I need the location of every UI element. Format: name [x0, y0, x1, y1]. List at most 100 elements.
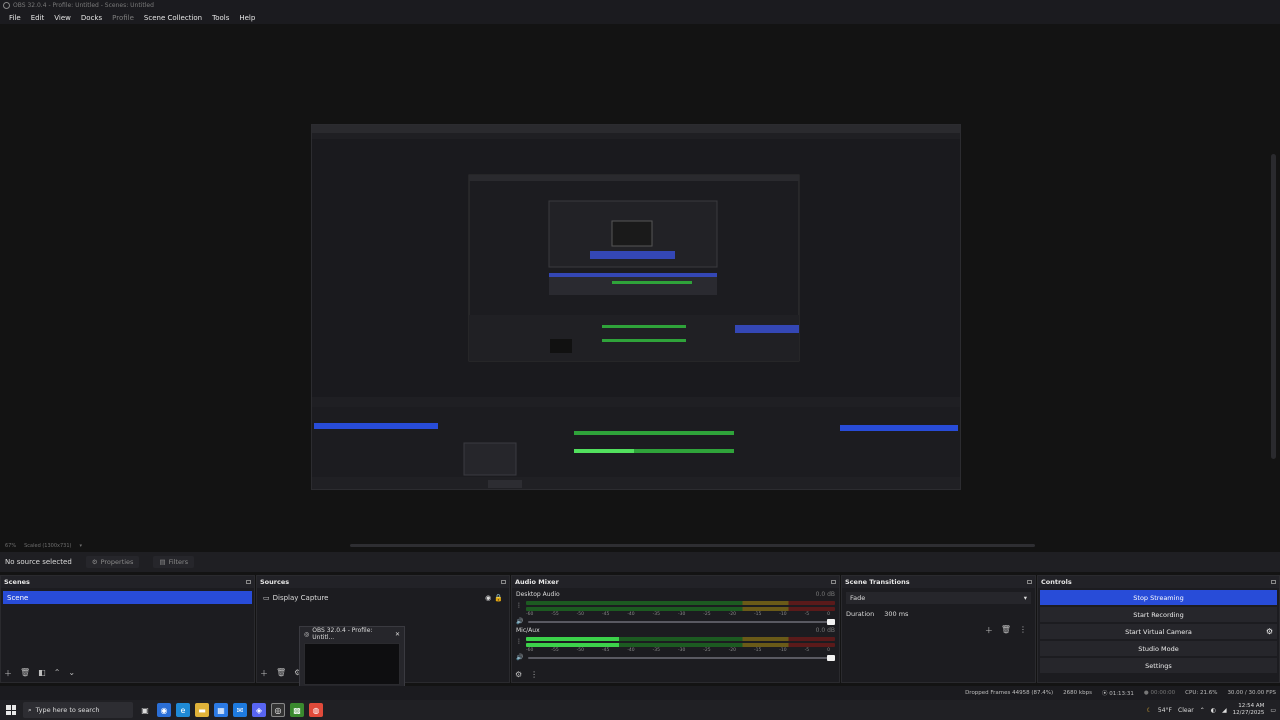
scene-transitions-dock: Scene Transitions Fade ▾ Duration 300 ms…	[841, 575, 1036, 683]
windows-start-icon[interactable]	[4, 703, 18, 717]
source-item[interactable]: ▭ Display Capture ◉ 🔒	[259, 591, 507, 604]
edge-icon[interactable]: e	[176, 703, 190, 717]
remove-source-button[interactable]: 🗑	[276, 668, 286, 679]
menu-file[interactable]: File	[4, 14, 26, 22]
slider-track[interactable]	[528, 654, 835, 661]
minecraft-icon[interactable]: ▩	[290, 703, 304, 717]
system-tray: ☾ 54°F Clear ⌃ ◐ ◢ 12:54 AM 12/27/2025 ▭	[1147, 703, 1280, 717]
duration-input[interactable]: 300 ms	[882, 608, 1031, 619]
search-icon: ⌕	[28, 705, 32, 714]
mixer-menu-icon[interactable]: ⋮	[530, 670, 538, 679]
sources-header: Sources	[257, 576, 509, 588]
meter-tick: -10	[779, 612, 787, 617]
transition-menu-button[interactable]: ⋮	[1019, 625, 1027, 636]
meter-tick: -5	[804, 612, 810, 617]
menu-tools[interactable]: Tools	[207, 14, 234, 22]
task-view-icon[interactable]: ▣	[138, 703, 152, 717]
button-label: Settings	[1145, 661, 1172, 670]
menu-profile[interactable]: Profile	[107, 14, 139, 22]
add-transition-button[interactable]: ＋	[985, 625, 993, 636]
remove-scene-button[interactable]: 🗑	[20, 668, 30, 679]
monitor-icon: ▭	[263, 593, 270, 602]
channel-name: Mic/Aux	[516, 627, 540, 634]
stop-streaming-button[interactable]: Stop Streaming	[1040, 590, 1277, 605]
undock-icon[interactable]	[1271, 580, 1276, 584]
chevron-down-icon[interactable]: ▾	[79, 543, 82, 549]
undock-icon[interactable]	[1027, 580, 1032, 584]
mail-icon[interactable]: ✉	[233, 703, 247, 717]
meter-tick: -50	[576, 648, 585, 653]
rec-time: ● 00:00:00	[1144, 690, 1175, 696]
properties-button[interactable]: ⚙ Properties	[85, 556, 140, 568]
popup-thumbnail[interactable]	[304, 643, 400, 685]
window-titlebar: OBS 32.0.4 - Profile: Untitled - Scenes:…	[0, 0, 1280, 11]
preview-horizontal-scrollbar[interactable]	[350, 544, 1035, 547]
advanced-audio-icon[interactable]: ⚙	[515, 670, 522, 679]
file-explorer-icon[interactable]: ▬	[195, 703, 209, 717]
scaled-label[interactable]: Scaled (1300x731)	[24, 543, 71, 549]
undock-icon[interactable]	[501, 580, 506, 584]
popup-title: OBS 32.0.4 - Profile: Untitl...	[312, 627, 373, 641]
meter-tick: -60	[526, 648, 534, 653]
studio-mode-button[interactable]: Studio Mode	[1040, 641, 1277, 656]
slider-track[interactable]	[528, 618, 835, 625]
mixer-channel: Mic/Aux 0.0 dB ⋮ -60 -55 -50 -45 -40 -35 -30 -2…	[516, 627, 835, 661]
transition-select[interactable]: Fade ▾	[846, 592, 1031, 604]
meter-tick: -25	[703, 612, 711, 617]
menu-scene-collection[interactable]: Scene Collection	[139, 14, 207, 22]
store-icon[interactable]: ▦	[214, 703, 228, 717]
add-source-button[interactable]: ＋	[260, 668, 268, 679]
speaker-icon[interactable]: 🔊	[516, 654, 524, 661]
duration-row: Duration 300 ms	[846, 608, 1031, 619]
scene-filters-button[interactable]: ◧	[38, 668, 46, 679]
undock-icon[interactable]	[831, 580, 836, 584]
button-label: Start Virtual Camera	[1125, 627, 1192, 636]
rec-time-value: 00:00:00	[1150, 690, 1176, 696]
channel-menu-icon[interactable]: ⋮	[516, 602, 522, 609]
popup-header: ◎ OBS 32.0.4 - Profile: Untitl... ✕	[300, 627, 404, 641]
preview-vertical-scrollbar[interactable]	[1271, 154, 1276, 459]
menu-view[interactable]: View	[49, 14, 76, 22]
preview-canvas[interactable]	[311, 124, 961, 490]
zoom-level[interactable]: 67%	[5, 543, 16, 549]
obs-taskbar-icon[interactable]: ◎	[271, 703, 285, 717]
gear-icon[interactable]: ⚙	[1266, 627, 1273, 636]
copilot-icon[interactable]: ◉	[157, 703, 171, 717]
move-down-button[interactable]: ⌄	[68, 668, 75, 679]
volume-slider[interactable]: 🔊	[516, 618, 835, 625]
menu-edit[interactable]: Edit	[26, 14, 50, 22]
preview-area[interactable]	[0, 24, 1280, 540]
settings-button[interactable]: Settings	[1040, 658, 1277, 673]
discord-icon[interactable]: ◈	[252, 703, 266, 717]
move-up-button[interactable]: ⌃	[54, 668, 61, 679]
chevron-up-icon[interactable]: ⌃	[1200, 707, 1205, 714]
undock-icon[interactable]	[246, 580, 251, 584]
meter-tick: -5	[804, 648, 810, 653]
volume-slider[interactable]: 🔊	[516, 654, 835, 661]
transitions-title: Scene Transitions	[845, 578, 910, 586]
menu-help[interactable]: Help	[234, 14, 260, 22]
menu-docks[interactable]: Docks	[76, 14, 107, 22]
start-recording-button[interactable]: Start Recording	[1040, 607, 1277, 622]
remove-transition-button[interactable]: 🗑	[1001, 625, 1011, 636]
speaker-icon[interactable]: 🔊	[516, 618, 524, 625]
start-virtual-camera-button[interactable]: Start Virtual Camera ⚙	[1040, 624, 1277, 639]
channel-menu-icon[interactable]: ⋮	[516, 638, 522, 645]
taskbar-search[interactable]: ⌕ Type here to search	[23, 702, 133, 718]
add-scene-button[interactable]: ＋	[4, 668, 12, 679]
slider-thumb[interactable]	[827, 618, 835, 625]
meter-fill	[526, 643, 619, 647]
channel-name: Desktop Audio	[516, 591, 560, 598]
filters-button[interactable]: ▤ Filters	[153, 556, 195, 568]
taskbar-thumbnail-popup[interactable]: ◎ OBS 32.0.4 - Profile: Untitl... ✕	[299, 626, 405, 688]
volume-icon[interactable]: ◢	[1222, 707, 1227, 714]
close-icon[interactable]: ✕	[395, 631, 400, 638]
network-icon[interactable]: ◐	[1211, 707, 1216, 714]
chrome-icon[interactable]: ◍	[309, 703, 323, 717]
notification-icon[interactable]: ▭	[1270, 707, 1276, 714]
clock[interactable]: 12:54 AM 12/27/2025	[1233, 703, 1265, 717]
lock-icon[interactable]: 🔒	[494, 594, 503, 602]
scene-item[interactable]: Scene	[3, 591, 252, 604]
slider-thumb[interactable]	[827, 654, 835, 661]
eye-icon[interactable]: ◉	[485, 594, 491, 602]
